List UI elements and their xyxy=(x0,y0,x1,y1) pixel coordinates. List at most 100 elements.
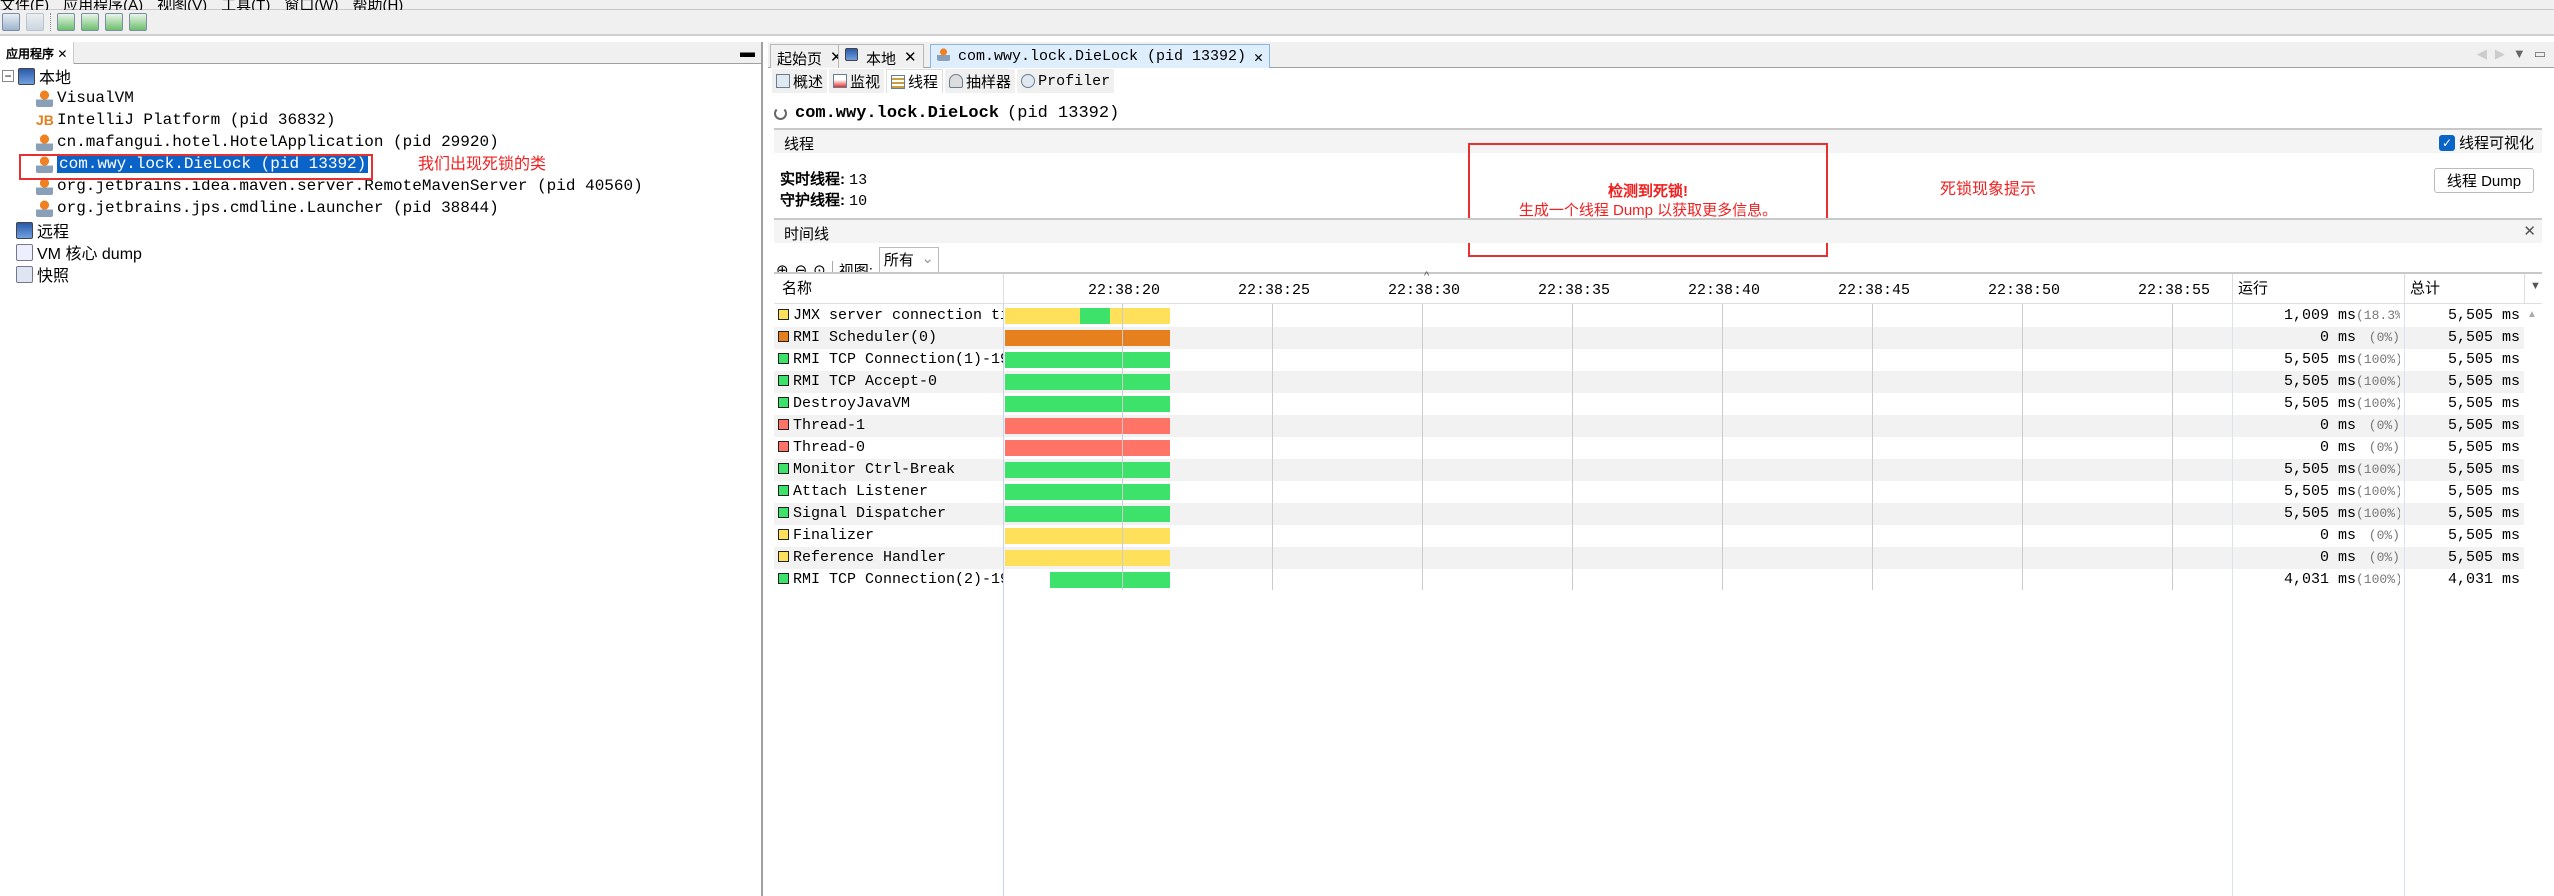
tree-node-local[interactable]: − 本地 xyxy=(2,65,71,87)
menu-window[interactable]: 窗口(W) xyxy=(284,0,338,14)
tab-label: 本地 xyxy=(866,51,897,68)
thread-name-cell: Reference Handler xyxy=(774,547,1003,569)
thread-name: Signal Dispatcher xyxy=(793,505,947,522)
subtab-overview[interactable]: 概述 xyxy=(772,69,828,93)
annotation-box xyxy=(19,154,373,180)
table-row[interactable]: Reference Handler 0 ms (0%) 5,505 ms xyxy=(774,547,2528,569)
thread-name: Thread-0 xyxy=(793,439,866,456)
total-time: 5,505 ms xyxy=(2447,483,2520,500)
close-icon[interactable]: ✕ xyxy=(1254,48,1263,67)
load-snapshot-icon[interactable] xyxy=(2,13,20,31)
subtab-threads[interactable]: 线程 xyxy=(886,69,944,93)
tree-label: IntelliJ Platform (pid 36832) xyxy=(57,111,336,129)
column-header-total[interactable]: 总计 xyxy=(2410,278,2440,300)
annotation-text: 我们出现死锁的类 xyxy=(418,156,547,173)
close-icon[interactable]: ✕ xyxy=(57,47,67,61)
add-remote-host-icon[interactable] xyxy=(57,13,75,31)
checkbox-label: 线程可视化 xyxy=(2458,135,2534,152)
remote-host-icon xyxy=(16,221,33,239)
total-time: 5,505 ms xyxy=(2447,307,2520,324)
column-header-running[interactable]: 运行 xyxy=(2238,278,2268,300)
thread-state-bar-wait xyxy=(1005,528,1170,544)
x-tick-label: 22:38:30 xyxy=(1388,282,1461,299)
table-row[interactable]: RMI TCP Accept-0 5,505 ms (100%) 5,505 m… xyxy=(774,371,2528,393)
menu-tools[interactable]: 工具(T) xyxy=(221,0,270,14)
maximize-icon[interactable]: ▭ xyxy=(2534,46,2546,62)
tree-item-jps-launcher[interactable]: org.jetbrains.jps.cmdline.Launcher (pid … xyxy=(36,197,499,219)
table-row[interactable]: RMI TCP Connection(1)-192.1 5,505 ms (10… xyxy=(774,349,2528,371)
close-icon[interactable]: ✕ xyxy=(904,48,917,66)
gridline xyxy=(1722,304,1723,590)
table-row[interactable]: RMI TCP Connection(2)-192.1 4,031 ms (10… xyxy=(774,569,2528,591)
add-core-dump-icon[interactable] xyxy=(105,13,123,31)
total-time: 4,031 ms xyxy=(2447,571,2520,588)
menu-help[interactable]: 帮助(H) xyxy=(352,0,403,14)
table-row[interactable]: Thread-0 0 ms (0%) 5,505 ms xyxy=(774,437,2528,459)
menu-file[interactable]: 文件(F) xyxy=(0,0,49,14)
visualize-checkbox[interactable]: ✓ 线程可视化 xyxy=(2438,132,2534,153)
column-divider xyxy=(1003,274,1004,304)
thread-name: Reference Handler xyxy=(793,549,947,566)
applications-tab[interactable]: 应用程序 ✕ xyxy=(0,42,75,64)
add-snapshot-icon[interactable] xyxy=(129,13,147,31)
thread-state-icon xyxy=(778,485,789,496)
menu-view[interactable]: 视图(V) xyxy=(157,0,207,14)
thread-state-bar-running xyxy=(1080,308,1110,324)
total-time: 5,505 ms xyxy=(2447,549,2520,566)
menu-applications[interactable]: 应用程序(A) xyxy=(63,0,143,14)
minimize-icon[interactable]: ▬ xyxy=(740,44,755,61)
scroll-up-icon[interactable]: ▲ xyxy=(2524,309,2537,320)
checkbox-checked-icon[interactable]: ✓ xyxy=(2438,134,2455,151)
sampler-icon xyxy=(949,74,964,88)
tab-local[interactable]: 本地 ✕ xyxy=(838,44,924,68)
total-time: 5,505 ms xyxy=(2447,395,2520,412)
table-row[interactable]: Attach Listener 5,505 ms (100%) 5,505 ms xyxy=(774,481,2528,503)
subtab-sampler[interactable]: 抽样器 xyxy=(945,69,1016,93)
section-title: 时间线 xyxy=(784,226,830,243)
close-icon[interactable]: ✕ xyxy=(2523,222,2536,240)
table-row[interactable]: Monitor Ctrl-Break 5,505 ms (100%) 5,505… xyxy=(774,459,2528,481)
tree-node-snapshots[interactable]: 快照 xyxy=(16,263,69,285)
table-row[interactable]: Thread-1 0 ms (0%) 5,505 ms xyxy=(774,415,2528,437)
thread-state-icon xyxy=(778,529,789,540)
tree-label: 本地 xyxy=(39,70,72,87)
tree-node-vm-dump[interactable]: VM 核心 dump xyxy=(16,241,142,263)
running-percent: (100%) xyxy=(2356,396,2400,411)
table-row[interactable]: Signal Dispatcher 5,505 ms (100%) 5,505 … xyxy=(774,503,2528,525)
save-icon[interactable] xyxy=(26,13,44,31)
subtab-monitor[interactable]: 监视 xyxy=(829,69,885,93)
thread-state-bar-wait xyxy=(1005,550,1170,566)
scroll-right-icon[interactable]: ▶ xyxy=(2495,46,2505,62)
gridline xyxy=(1572,304,1573,590)
vertical-scrollbar[interactable]: ▲ xyxy=(2524,304,2542,896)
collapse-icon[interactable]: − xyxy=(2,70,14,82)
computer-icon xyxy=(18,67,35,85)
tree-item-intellij[interactable]: JB IntelliJ Platform (pid 36832) xyxy=(36,109,335,131)
tree-node-remote[interactable]: 远程 xyxy=(16,219,69,241)
table-row[interactable]: JMX server connection timec 1,009 ms (18… xyxy=(774,305,2528,327)
subtab-profiler[interactable]: Profiler xyxy=(1017,69,1115,93)
table-row[interactable]: DestroyJavaVM 5,505 ms (100%) 5,505 ms xyxy=(774,393,2528,415)
column-header-name[interactable]: 名称 xyxy=(782,278,812,300)
thread-state-icon xyxy=(778,375,789,386)
table-row[interactable]: Finalizer 0 ms (0%) 5,505 ms xyxy=(774,525,2528,547)
column-menu-icon[interactable]: ▼ xyxy=(2530,280,2541,292)
thread-state-icon xyxy=(778,353,789,364)
thread-state-bar-running xyxy=(1005,462,1170,478)
thread-name-cell: RMI TCP Accept-0 xyxy=(774,371,1003,393)
tree-label: VM 核心 dump xyxy=(37,246,142,263)
tab-list-icon[interactable]: ▼ xyxy=(2513,46,2526,62)
thread-dump-button[interactable]: 线程 Dump xyxy=(2434,168,2534,193)
total-time: 5,505 ms xyxy=(2447,505,2520,522)
tab-dielock[interactable]: com.wwy.lock.DieLock (pid 13392) ✕ xyxy=(930,44,1271,68)
add-jmx-connection-icon[interactable] xyxy=(81,13,99,31)
thread-state-icon xyxy=(778,441,789,452)
total-time: 5,505 ms xyxy=(2447,527,2520,544)
tree-item-visualvm[interactable]: VisualVM xyxy=(36,87,134,109)
scroll-left-icon[interactable]: ◀ xyxy=(2477,46,2487,62)
thread-name-cell: Thread-1 xyxy=(774,415,1003,437)
profiler-icon xyxy=(1021,74,1036,88)
running-percent: (100%) xyxy=(2356,374,2400,389)
thread-name-cell: RMI TCP Connection(2)-192.1 xyxy=(774,569,1003,591)
table-row[interactable]: RMI Scheduler(0) 0 ms (0%) 5,505 ms xyxy=(774,327,2528,349)
